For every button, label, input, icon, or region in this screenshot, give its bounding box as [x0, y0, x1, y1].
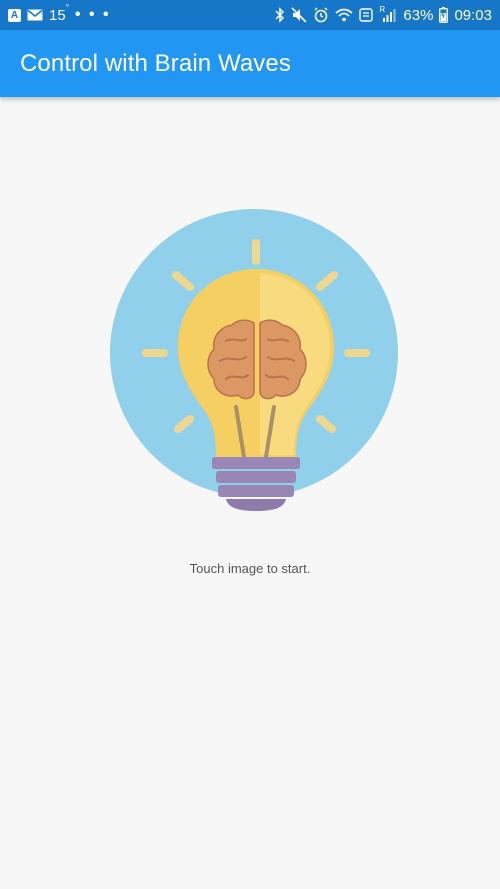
start-hint-text: Touch image to start.: [189, 561, 311, 576]
signal-roaming-label: R: [379, 5, 386, 14]
clock: 09:03: [454, 6, 492, 24]
status-bar: A 15° • • • R 63% 09:03: [0, 0, 500, 30]
data-saver-icon: [359, 7, 374, 23]
temperature-value: 15: [49, 6, 66, 24]
mail-icon: [27, 7, 43, 23]
app-title: Control with Brain Waves: [20, 49, 291, 77]
temperature-unit: °: [65, 2, 69, 12]
lightbulb-brain-icon[interactable]: [108, 207, 400, 513]
wifi-icon: [335, 7, 353, 23]
more-notifications-icon: • • •: [74, 6, 111, 23]
battery-percent: 63%: [403, 6, 434, 24]
temperature: 15°: [49, 3, 69, 24]
app-bar: Control with Brain Waves: [0, 30, 500, 97]
mute-icon: [291, 7, 307, 23]
signal-icon: R: [379, 5, 397, 23]
alarm-icon: [313, 7, 329, 23]
status-bar-left: A 15° • • •: [8, 3, 111, 24]
main-content: Touch image to start.: [0, 97, 500, 889]
battery-charging-icon: [439, 7, 449, 23]
bluetooth-icon: [275, 7, 285, 23]
notification-a-icon: A: [8, 8, 21, 22]
status-bar-right: R 63% 09:03: [275, 5, 492, 24]
